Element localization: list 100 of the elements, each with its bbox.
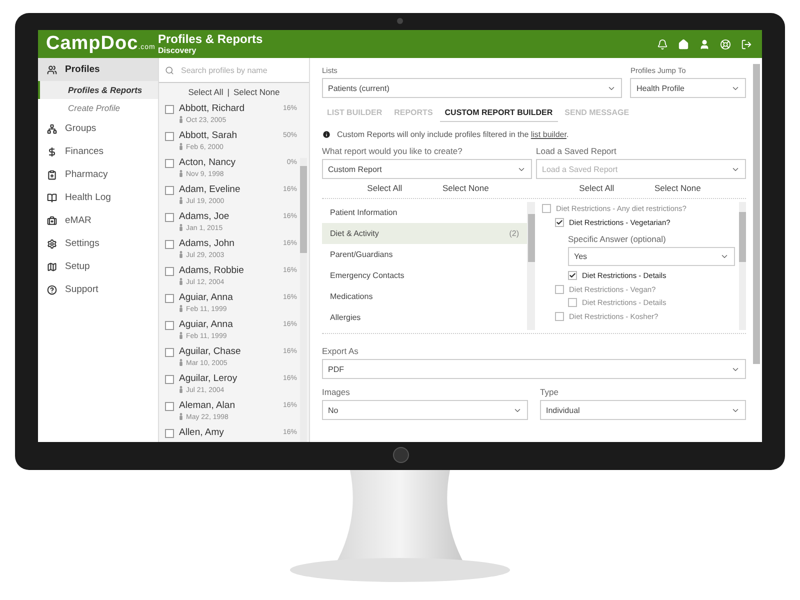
profile-name[interactable]: Aguiar, Anna [179,292,278,303]
checkbox[interactable] [165,105,174,114]
category-item[interactable]: Medications [322,286,527,307]
book-icon [47,192,57,202]
person-icon [179,359,183,366]
profile-name[interactable]: Aguilar, Leroy [179,373,278,384]
check-icon [556,218,563,226]
sidebar-item[interactable]: eMAR [38,209,158,232]
dropdown[interactable]: Health Profile [630,78,746,98]
users-icon [47,64,57,74]
lifebuoy-icon[interactable] [720,38,731,50]
person-icon [179,224,183,231]
checkbox[interactable] [542,204,551,214]
checkbox[interactable] [165,294,174,303]
select-none-link[interactable]: Select None [233,86,280,96]
profile-name[interactable]: Adams, Robbie [179,265,278,276]
category-item[interactable]: Parent/Guardians [322,244,527,265]
logout-icon[interactable] [741,38,752,50]
person-icon [179,305,183,312]
list-builder-link[interactable]: list builder [530,130,566,139]
select-all-link[interactable]: Select All [579,183,614,193]
checkbox[interactable] [555,312,564,321]
home-icon[interactable] [678,38,689,50]
category-item[interactable]: Patient Information [322,202,527,223]
caret-icon [720,252,729,261]
person-icon [179,197,183,204]
checkbox[interactable] [165,402,174,411]
profile-name[interactable]: Adam, Eveline [179,184,278,195]
medical-kit-icon [47,216,57,226]
person-icon [179,386,183,393]
checkbox[interactable] [165,429,174,438]
person-icon [179,170,183,177]
sidebar-item[interactable]: Groups [38,117,158,140]
tab[interactable]: CUSTOM REPORT BUILDER [440,104,558,122]
map-icon [47,262,57,272]
sidebar-item[interactable]: Support [38,278,158,301]
sidebar-item[interactable]: Pharmacy [38,163,158,186]
field-label: What report would you like to create? [322,146,464,156]
sidebar-item[interactable]: Setup [38,255,158,278]
camera-icon [397,18,403,24]
search-icon [165,66,174,74]
scrollbar-track[interactable] [753,64,760,364]
sidebar-item[interactable]: Profiles [38,58,158,81]
category-item[interactable]: Emergency Contacts [322,265,527,286]
checkbox[interactable] [165,240,174,249]
dropdown[interactable]: Custom Report [322,159,532,179]
checkbox[interactable] [165,186,174,195]
checkbox[interactable] [165,132,174,141]
checkbox[interactable] [165,321,174,330]
page-subtitle: Discovery [158,47,198,55]
checkbox[interactable] [555,284,564,294]
profile-name[interactable]: Aleman, Alan [179,400,278,411]
profile-name[interactable]: Adams, Joe [179,211,278,222]
profile-name[interactable]: Adams, John [179,238,278,249]
profile-name[interactable]: Acton, Nancy [179,157,282,168]
profile-name[interactable]: Aguiar, Anna [179,319,278,330]
search-field[interactable]: Search profiles by name [159,58,309,83]
checkbox[interactable] [568,271,577,280]
checkbox[interactable] [165,159,174,168]
checkbox[interactable] [165,375,174,384]
bell-icon[interactable] [657,38,668,50]
checkbox[interactable] [165,213,174,222]
dropdown[interactable]: Individual [540,400,746,420]
separator: | [227,86,230,96]
checkbox[interactable] [555,218,564,227]
search-input[interactable]: Search profiles by name [179,64,303,76]
field-label: Export As [322,346,360,356]
select-all-link[interactable]: Select All [367,183,402,193]
category-item[interactable]: Allergies [322,307,527,328]
checkbox[interactable] [165,348,174,357]
sidebar-subitem[interactable]: Profiles & Reports [38,81,158,99]
dropdown[interactable]: Patients (current) [322,78,622,98]
person-icon [179,278,183,285]
select-none-link[interactable]: Select None [442,183,489,193]
sidebar-item[interactable]: Settings [38,232,158,255]
scrollbar-track[interactable] [739,202,746,330]
field-label: Type [540,387,560,397]
profile-name[interactable]: Abbott, Sarah [179,130,278,141]
user-icon[interactable] [699,38,710,50]
scrollbar-track[interactable] [528,202,535,330]
profile-name[interactable]: Abbott, Richard [179,103,278,114]
scrollbar-track[interactable] [300,158,307,442]
person-icon [179,116,183,123]
select-all-link[interactable]: Select All [188,86,224,96]
profile-name[interactable]: Aguilar, Chase [179,346,278,357]
dropdown[interactable]: No [322,400,528,420]
sidebar-item[interactable]: Health Log [38,186,158,209]
field-label: Specific Answer (optional) [568,234,666,244]
field-label: Load a Saved Report [536,146,618,156]
checkbox[interactable] [568,298,577,308]
dropdown[interactable]: PDF [322,359,746,379]
field-label: Images [322,387,351,397]
category-item[interactable]: Diet & Activity (2) [322,223,527,244]
power-button-icon [393,447,409,463]
select-none-link[interactable]: Select None [654,183,701,193]
dropdown[interactable]: Yes [568,247,735,266]
check-icon [569,272,576,280]
checkbox[interactable] [165,267,174,276]
sidebar-item[interactable]: Finances [38,140,158,163]
profile-name[interactable]: Allen, Amy [179,427,278,438]
